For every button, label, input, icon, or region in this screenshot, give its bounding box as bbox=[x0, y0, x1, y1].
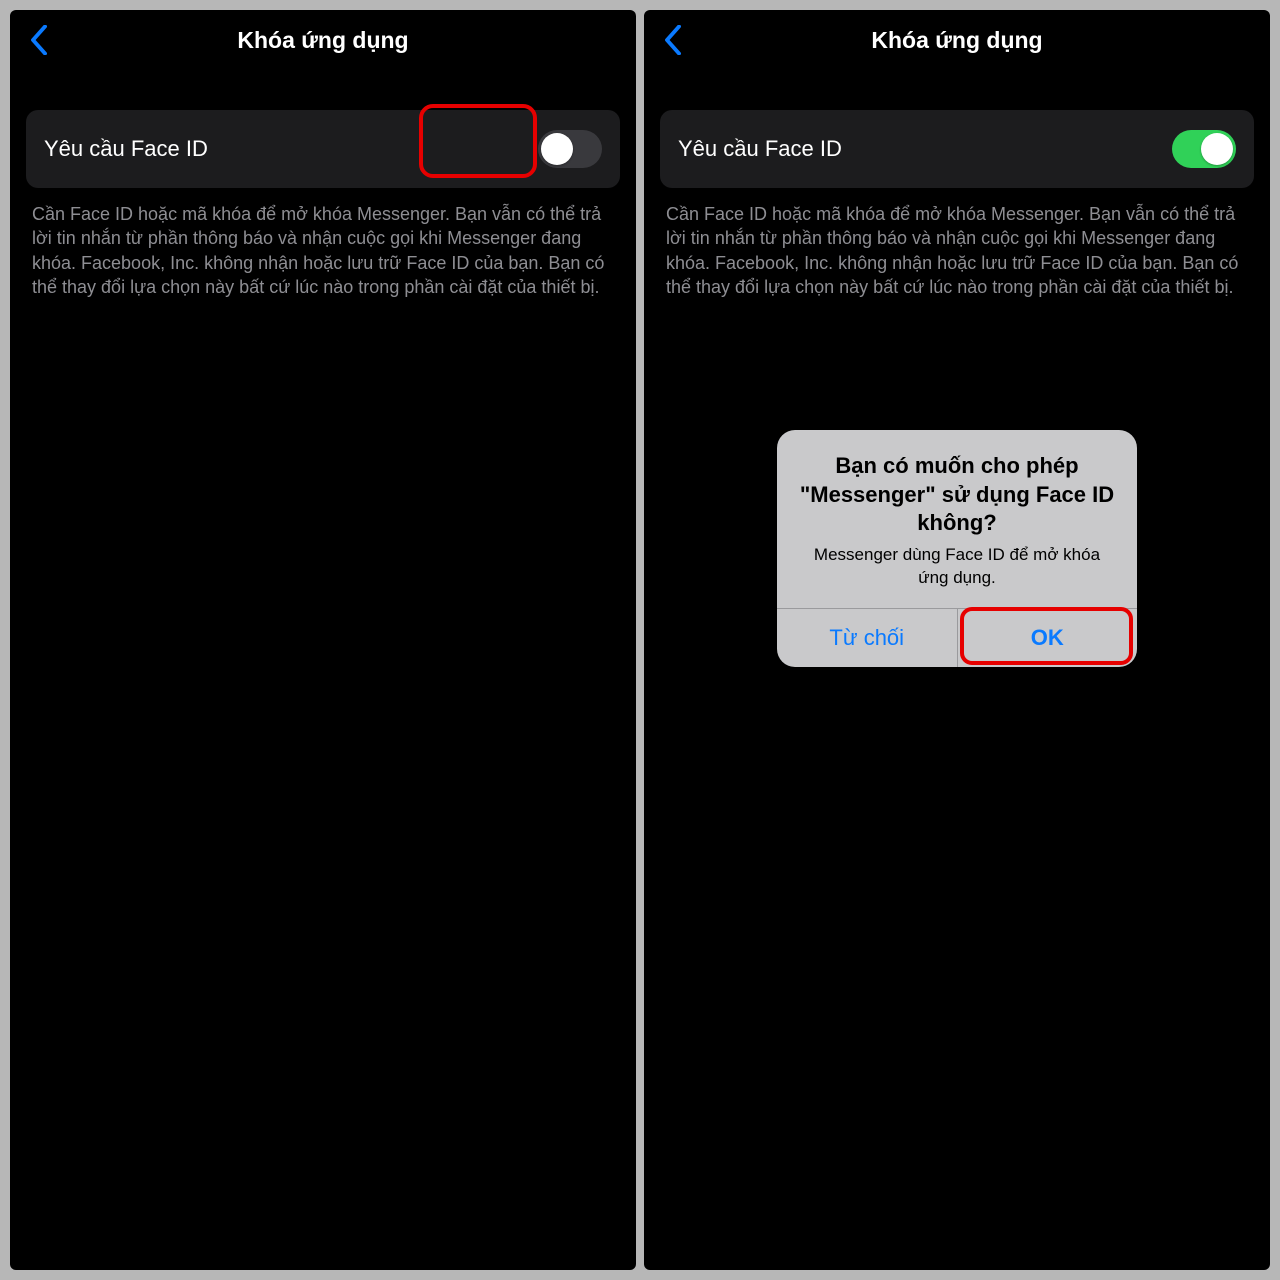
faceid-toggle[interactable] bbox=[538, 130, 602, 168]
back-button[interactable] bbox=[24, 20, 54, 60]
screen-left: Khóa ứng dụng Yêu cầu Face ID Cần Face I… bbox=[10, 10, 636, 1270]
faceid-row: Yêu cầu Face ID bbox=[26, 110, 620, 188]
tutorial-highlight bbox=[419, 104, 537, 178]
faceid-description: Cần Face ID hoặc mã khóa để mở khóa Mess… bbox=[26, 188, 620, 299]
header: Khóa ứng dụng bbox=[10, 10, 636, 70]
page-title: Khóa ứng dụng bbox=[237, 27, 408, 54]
ok-button[interactable]: OK bbox=[957, 609, 1138, 667]
alert-buttons: Từ chối OK bbox=[777, 608, 1137, 667]
alert-message: Messenger dùng Face ID để mở khóa ứng dụ… bbox=[797, 544, 1117, 590]
alert-body: Bạn có muốn cho phép "Messenger" sử dụng… bbox=[777, 430, 1137, 608]
toggle-knob bbox=[541, 133, 573, 165]
alert-title: Bạn có muốn cho phép "Messenger" sử dụng… bbox=[797, 452, 1117, 538]
ok-button-label: OK bbox=[1031, 625, 1064, 650]
faceid-label: Yêu cầu Face ID bbox=[44, 136, 208, 162]
faceid-permission-alert: Bạn có muốn cho phép "Messenger" sử dụng… bbox=[777, 430, 1137, 667]
deny-button[interactable]: Từ chối bbox=[777, 609, 957, 667]
chevron-left-icon bbox=[30, 25, 48, 55]
content: Yêu cầu Face ID Cần Face ID hoặc mã khóa… bbox=[10, 70, 636, 299]
screen-right: Khóa ứng dụng Yêu cầu Face ID Cần Face I… bbox=[644, 10, 1270, 1270]
modal-overlay: Bạn có muốn cho phép "Messenger" sử dụng… bbox=[644, 10, 1270, 1270]
